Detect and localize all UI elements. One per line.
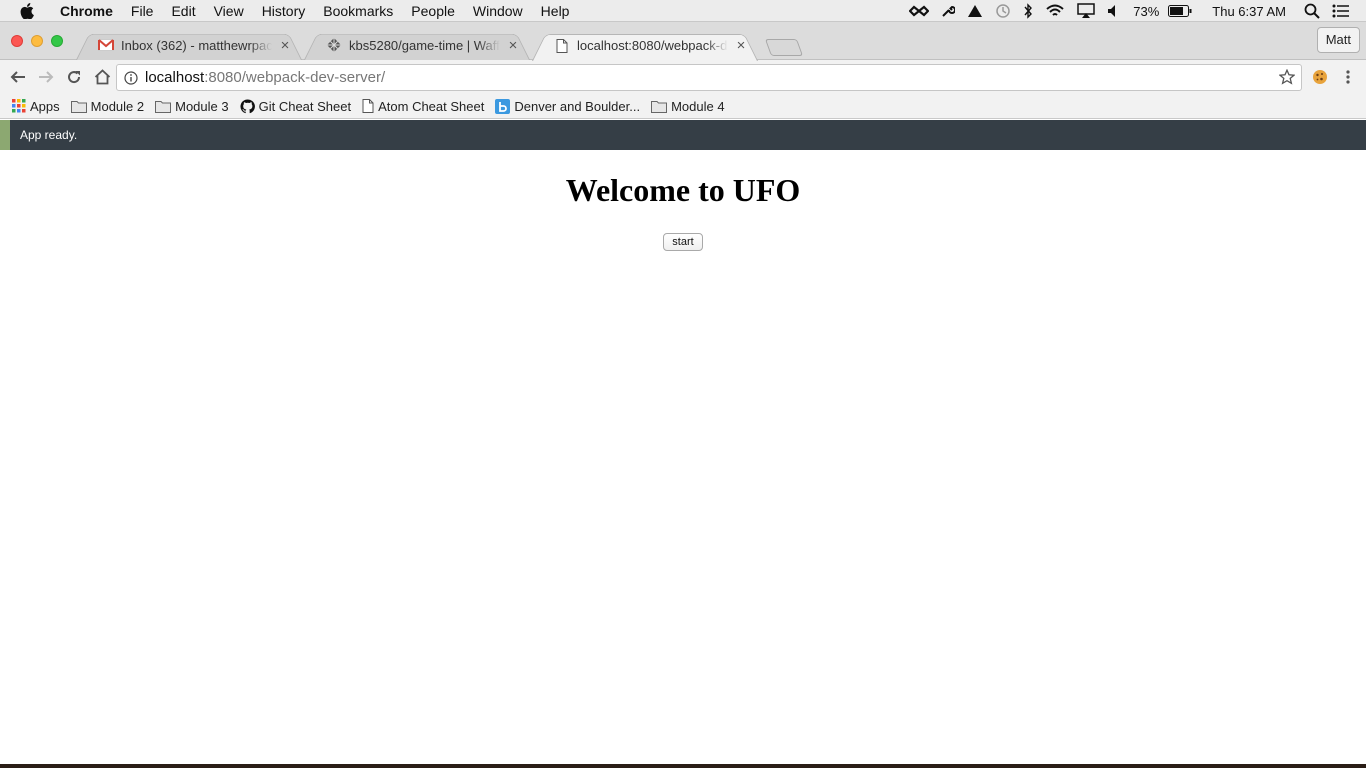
bookmark-atom-cheat-sheet[interactable]: Atom Cheat Sheet — [362, 99, 484, 114]
github-icon — [240, 98, 255, 114]
infinity-icon[interactable] — [909, 5, 930, 17]
tab-title: localhost:8080/webpack-dev-server/ — [577, 38, 728, 53]
new-tab-button[interactable] — [768, 39, 800, 56]
b-logo-icon — [495, 98, 511, 114]
page-heading: Welcome to UFO — [565, 172, 801, 208]
bookmark-denver-and-boulder[interactable]: Denver and Boulder... — [495, 98, 641, 114]
status-menu-area: 73% Thu 6:37 AM — [903, 0, 1366, 22]
page-icon — [362, 99, 374, 113]
chrome-menu-icon[interactable] — [1334, 63, 1362, 91]
folder-icon — [70, 100, 87, 113]
window-controls — [11, 35, 63, 47]
bookmark-module-4[interactable]: Module 4 — [651, 98, 725, 114]
page-icon — [554, 38, 570, 54]
menu-window[interactable]: Window — [464, 0, 532, 22]
bookmarks-bar: Apps Module 2 Module 3 Git Cheat Sheet A… — [0, 94, 1366, 119]
bookmark-module-3[interactable]: Module 3 — [155, 98, 229, 114]
wifi-icon[interactable] — [1045, 4, 1065, 18]
bookmark-module-2[interactable]: Module 2 — [70, 98, 145, 114]
tab-close-icon[interactable]: × — [734, 37, 748, 54]
menu-app-name[interactable]: Chrome — [54, 0, 122, 22]
menu-history[interactable]: History — [253, 0, 315, 22]
back-arrow-icon[interactable] — [4, 63, 32, 91]
airplay-icon[interactable] — [1077, 3, 1095, 19]
bookmark-apps[interactable]: Apps — [12, 99, 60, 114]
apple-logo-icon[interactable] — [20, 2, 40, 19]
clock[interactable]: Thu 6:37 AM — [1212, 4, 1286, 19]
spotlight-search-icon[interactable] — [1304, 3, 1320, 19]
bookmark-git-cheat-sheet[interactable]: Git Cheat Sheet — [240, 98, 352, 114]
battery-icon[interactable] — [1168, 5, 1192, 17]
tab-localhost[interactable]: localhost:8080/webpack-dev-server/ × — [532, 30, 758, 61]
bookmark-label: Module 2 — [90, 98, 145, 114]
bookmark-label: Apps — [30, 98, 60, 114]
time-machine-icon[interactable] — [995, 3, 1011, 19]
profile-button[interactable]: Matt — [1316, 27, 1360, 53]
tab-title: kbs5280/game-time | Waffle.io — [349, 37, 500, 53]
notification-center-icon[interactable] — [1332, 4, 1350, 18]
folder-icon — [651, 100, 668, 113]
bookmark-label: Module 3 — [175, 98, 229, 114]
gmail-icon — [98, 37, 114, 53]
address-bar[interactable]: localhost:8080/webpack-dev-server/ — [116, 64, 1302, 91]
home-icon[interactable] — [88, 63, 116, 91]
site-info-icon[interactable] — [117, 70, 145, 85]
menu-view[interactable]: View — [205, 0, 253, 22]
tab-close-icon[interactable]: × — [506, 37, 520, 54]
menu-edit[interactable]: Edit — [162, 0, 204, 22]
menu-bookmarks[interactable]: Bookmarks — [314, 0, 402, 22]
bookmark-label: Git Cheat Sheet — [258, 98, 352, 114]
tab-strip: Inbox (362) - matthewrpacker@gmail.com ×… — [0, 22, 1366, 60]
url-path: :8080/webpack-dev-server/ — [204, 69, 386, 86]
start-button[interactable]: start — [663, 233, 703, 251]
drive-triangle-icon[interactable] — [967, 4, 983, 18]
app-status-bar: App ready. — [0, 120, 1366, 150]
window-zoom-button[interactable] — [51, 35, 63, 47]
waffle-icon — [326, 37, 342, 53]
desktop-edge — [0, 764, 1366, 768]
apps-grid-icon — [12, 99, 26, 113]
folder-icon — [155, 100, 172, 113]
cookie-extension-icon[interactable] — [1306, 63, 1334, 91]
macos-menu-bar: Chrome File Edit View History Bookmarks … — [0, 0, 1366, 22]
browser-toolbar: localhost:8080/webpack-dev-server/ — [0, 60, 1366, 94]
forward-arrow-icon[interactable] — [32, 63, 60, 91]
bookmark-star-icon[interactable] — [1278, 68, 1296, 89]
url-host: localhost — [145, 69, 205, 86]
bluetooth-icon[interactable] — [1023, 3, 1033, 19]
volume-icon[interactable] — [1107, 4, 1121, 18]
menu-help[interactable]: Help — [532, 0, 579, 22]
window-minimize-button[interactable] — [31, 35, 43, 47]
tab-close-icon[interactable]: × — [278, 37, 292, 54]
wrench-icon[interactable] — [941, 4, 956, 18]
page-viewport: App ready. Welcome to UFO start — [0, 120, 1366, 764]
tab-gmail-inbox[interactable]: Inbox (362) - matthewrpacker@gmail.com × — [76, 30, 302, 60]
window-close-button[interactable] — [11, 35, 23, 47]
bookmark-label: Denver and Boulder... — [514, 98, 641, 114]
menu-people[interactable]: People — [402, 0, 464, 22]
tab-waffle[interactable]: kbs5280/game-time | Waffle.io × — [304, 30, 530, 60]
battery-percent: 73% — [1133, 3, 1160, 19]
tab-title: Inbox (362) - matthewrpacker@gmail.com — [121, 37, 272, 53]
bookmark-label: Module 4 — [671, 98, 725, 114]
reload-icon[interactable] — [60, 63, 88, 91]
menu-file[interactable]: File — [122, 0, 163, 22]
bookmark-label: Atom Cheat Sheet — [378, 98, 485, 114]
